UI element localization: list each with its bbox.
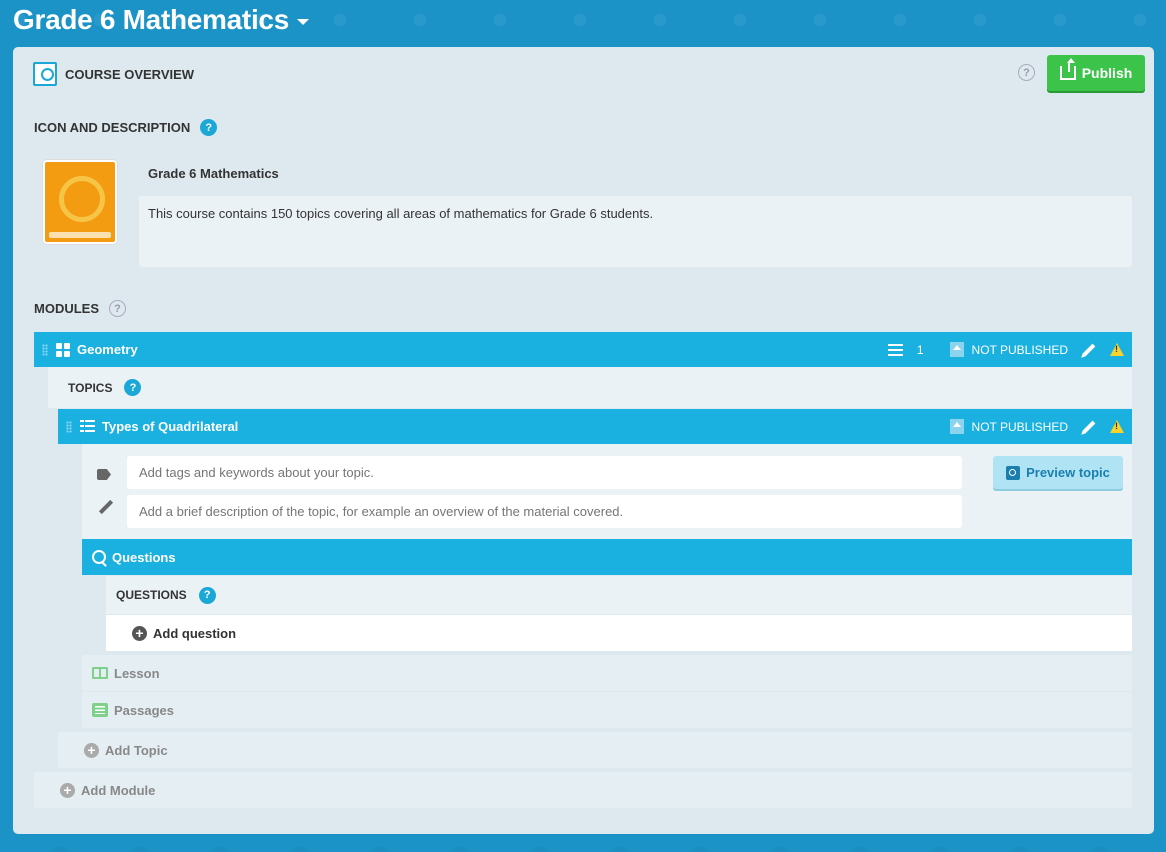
topic-count: 1 (916, 342, 924, 357)
topics-label: TOPICS (68, 380, 113, 395)
app-title[interactable]: Grade 6 Mathematics (13, 4, 309, 36)
topic-status[interactable]: NOT PUBLISHED (972, 420, 1068, 434)
add-question-label: Add question (153, 625, 237, 641)
module-grid-icon (56, 342, 70, 357)
course-title-text: Grade 6 Mathematics (13, 4, 289, 35)
modules-label: MODULES (34, 301, 99, 316)
publish-label: Publish (1081, 65, 1133, 81)
edit-icon[interactable] (1082, 420, 1096, 433)
questions-heading: QUESTIONS ? (106, 576, 1132, 614)
course-name[interactable]: Grade 6 Mathematics (148, 166, 279, 181)
preview-topic-button[interactable]: Preview topic (993, 456, 1123, 489)
questions-bar-label: Questions (112, 549, 176, 565)
drag-handle-icon[interactable] (42, 343, 48, 356)
add-module-label: Add Module (81, 782, 156, 798)
passages-row[interactable]: Passages (82, 692, 1132, 728)
warning-icon[interactable] (1110, 343, 1124, 356)
help-icon[interactable]: ? (109, 300, 126, 317)
topics-heading: TOPICS ? (48, 367, 1132, 408)
questions-label: QUESTIONS (116, 588, 187, 602)
course-book-icon[interactable] (43, 160, 117, 244)
questions-icon (92, 550, 106, 564)
help-icon[interactable]: ? (124, 379, 142, 396)
drag-handle-icon[interactable] (66, 420, 72, 433)
list-icon (887, 343, 903, 356)
plus-icon: + (132, 625, 147, 641)
course-icon (33, 62, 57, 86)
help-icon[interactable]: ? (200, 119, 218, 136)
chevron-down-icon[interactable] (296, 19, 309, 25)
tags-input[interactable] (127, 456, 962, 489)
passages-label: Passages (114, 702, 174, 718)
questions-bar[interactable]: Questions (82, 539, 1132, 575)
module-actions: 1 NOT PUBLISHED (887, 332, 1124, 367)
topic-actions: NOT PUBLISHED (949, 409, 1124, 444)
icon-description-label: ICON AND DESCRIPTION (34, 120, 191, 135)
upload-status-icon (949, 419, 964, 434)
icon-description-heading: ICON AND DESCRIPTION ? (34, 119, 218, 136)
course-overview-panel: COURSE OVERVIEW ? Publish ICON AND DESCR… (13, 47, 1154, 834)
topic-description-input[interactable] (127, 495, 962, 528)
module-status[interactable]: NOT PUBLISHED (972, 343, 1068, 357)
topic-name: Types of Quadrilateral (102, 419, 239, 434)
warning-icon[interactable] (1110, 420, 1124, 433)
preview-icon (1006, 465, 1021, 480)
preview-label: Preview topic (1026, 465, 1110, 480)
plus-icon: + (60, 782, 75, 798)
course-description[interactable]: This course contains 150 topics covering… (139, 196, 1132, 267)
overview-label: COURSE OVERVIEW (65, 66, 195, 82)
upload-icon (1059, 58, 1076, 80)
upload-status-icon (949, 342, 964, 357)
help-icon[interactable]: ? (1018, 64, 1035, 81)
help-icon[interactable]: ? (198, 586, 216, 604)
passage-icon (92, 703, 108, 717)
plus-icon: + (84, 742, 99, 758)
publish-button[interactable]: Publish (1047, 55, 1145, 91)
lesson-row[interactable]: Lesson (82, 655, 1132, 691)
add-module-button[interactable]: + Add Module (34, 772, 1132, 808)
module-bar-geometry[interactable]: Geometry 1 NOT PUBLISHED (34, 332, 1132, 367)
topic-list-icon (80, 420, 95, 433)
lesson-label: Lesson (114, 665, 160, 681)
modules-heading: MODULES ? (34, 300, 126, 317)
edit-icon[interactable] (1082, 343, 1096, 356)
add-topic-button[interactable]: + Add Topic (58, 732, 1132, 768)
book-open-icon (92, 667, 108, 679)
add-topic-label: Add Topic (105, 742, 168, 758)
module-name: Geometry (77, 342, 138, 357)
overview-header: COURSE OVERVIEW (33, 62, 194, 86)
topic-bar[interactable]: Types of Quadrilateral NOT PUBLISHED (58, 409, 1132, 444)
add-question-button[interactable]: + Add question (106, 615, 1132, 651)
